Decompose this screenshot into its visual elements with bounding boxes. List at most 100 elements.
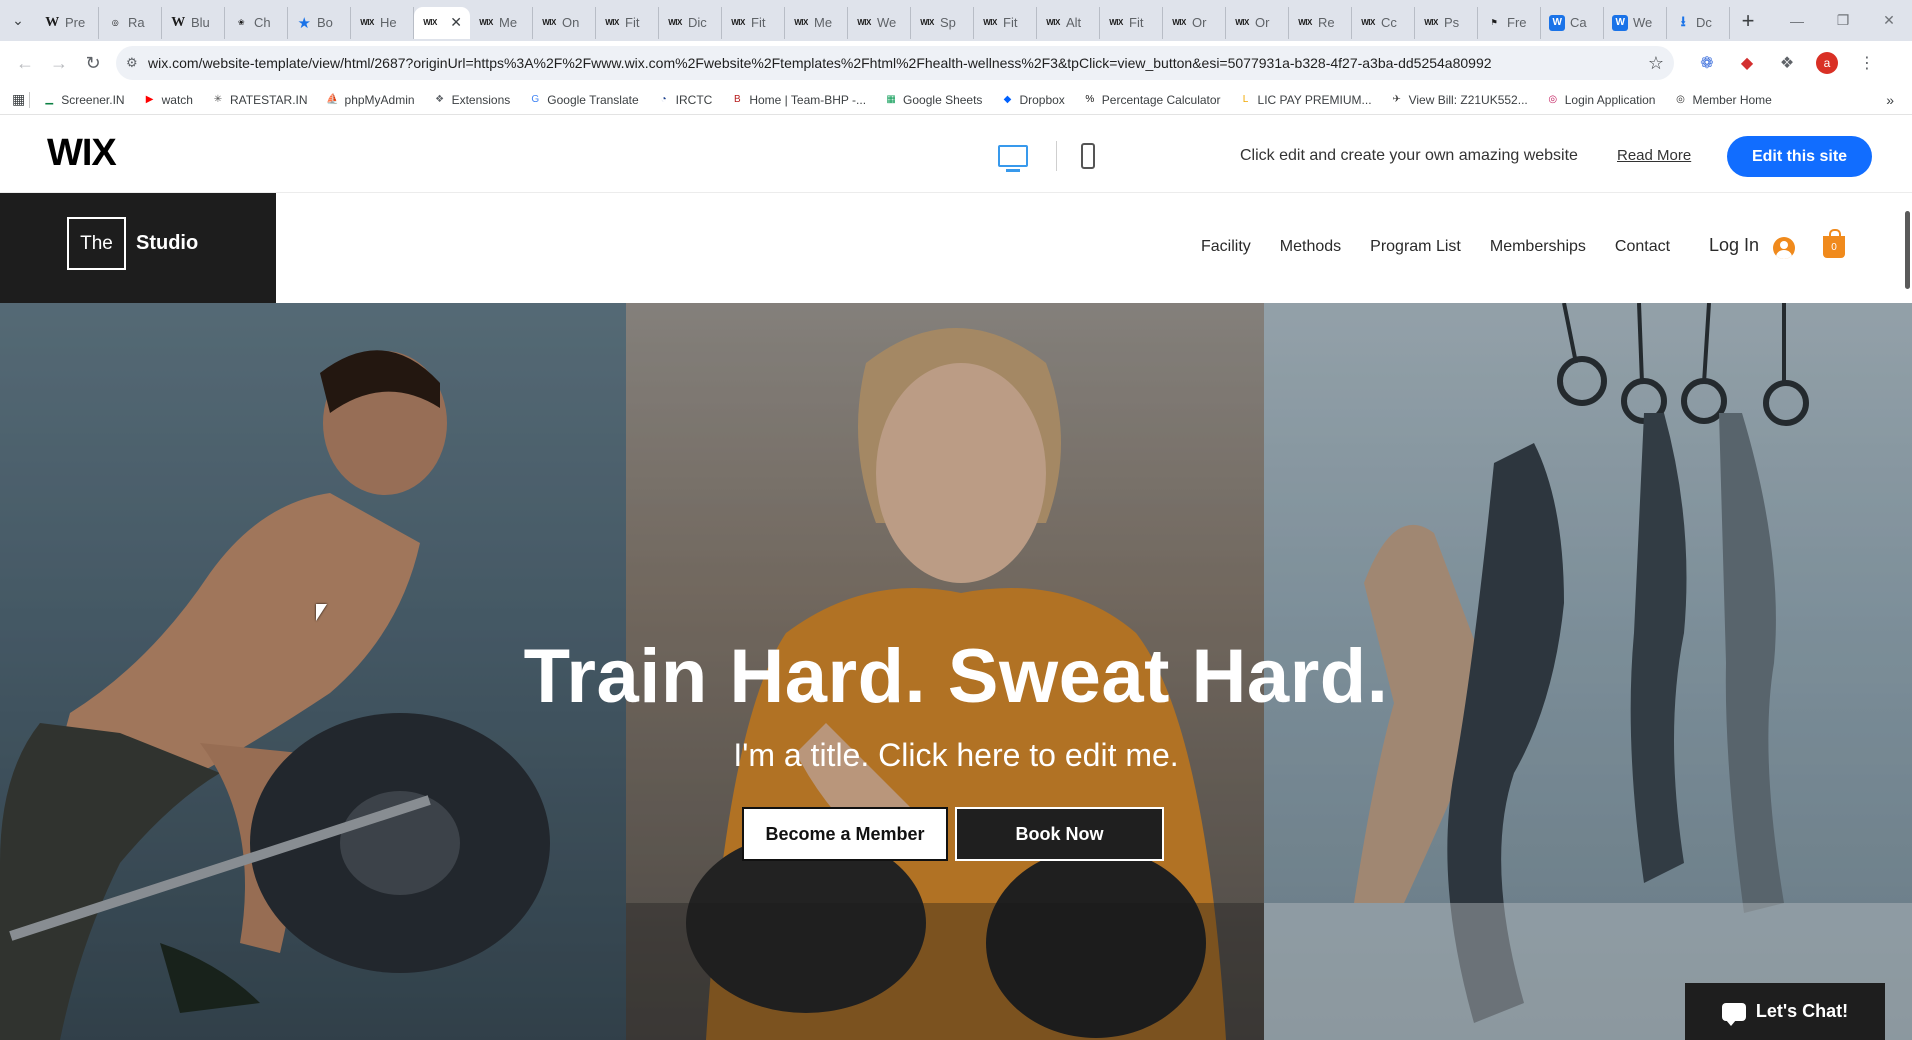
- bookmark-item[interactable]: ❖ Extensions: [433, 93, 510, 107]
- bookmark-item[interactable]: ◎ Member Home: [1673, 92, 1772, 107]
- browser-tab[interactable]: WIX On: [533, 6, 596, 39]
- bookmark-label: Member Home: [1692, 92, 1772, 107]
- nav-facility[interactable]: Facility: [1201, 238, 1251, 256]
- bookmark-item[interactable]: ✳ RATESTAR.IN: [211, 93, 308, 107]
- tab-search-chevron-icon[interactable]: ⌄: [0, 0, 36, 41]
- user-account-icon[interactable]: [1773, 237, 1795, 259]
- browser-tab[interactable]: WIX Fit: [722, 6, 785, 39]
- shield-icon[interactable]: ◆: [1736, 53, 1758, 73]
- extension-icons: ❁ ◆ ❖ a ⋮: [1696, 52, 1878, 74]
- tab-active[interactable]: WIX ✕: [414, 6, 470, 39]
- chart-icon: ▁: [45, 94, 54, 105]
- shopping-cart-icon[interactable]: 0: [1823, 229, 1845, 258]
- site-info-icon[interactable]: ⚙: [126, 55, 148, 71]
- nav-program-list[interactable]: Program List: [1370, 238, 1461, 256]
- restore-icon[interactable]: ❐: [1820, 0, 1866, 41]
- browser-tab[interactable]: ★ Bo: [288, 6, 351, 39]
- new-tab-plus-icon[interactable]: +: [1730, 8, 1766, 34]
- page-scrollbar[interactable]: [1905, 211, 1910, 289]
- bookmark-item[interactable]: ◎ Login Application: [1546, 93, 1655, 107]
- tab-title: We: [1633, 15, 1653, 30]
- bookmark-item[interactable]: ✈ View Bill: Z21UK552...: [1390, 93, 1527, 107]
- browser-tab[interactable]: ⚑ Fre: [1478, 6, 1541, 39]
- browser-tab[interactable]: WIX Or: [1226, 6, 1289, 39]
- browser-tab[interactable]: WIX Me: [470, 6, 533, 39]
- tab-title: He: [380, 15, 397, 30]
- login-link[interactable]: Log In: [1709, 235, 1759, 256]
- browser-tab[interactable]: WIX Fit: [974, 6, 1037, 39]
- extension-blue-icon[interactable]: ❁: [1696, 53, 1718, 73]
- url-text[interactable]: wix.com/website-template/view/html/2687?…: [148, 55, 1640, 71]
- bookmarks-divider: [29, 91, 31, 108]
- tab-title: Fit: [625, 15, 640, 30]
- bookmark-item[interactable]: % Percentage Calculator: [1083, 93, 1220, 107]
- tab-title: Dc: [1696, 15, 1712, 30]
- F-favicon-icon: ⚑: [1490, 18, 1498, 27]
- extensions-puzzle-icon[interactable]: ❖: [1776, 53, 1798, 73]
- edit-this-site-button[interactable]: Edit this site: [1727, 136, 1872, 177]
- desktop-view-icon[interactable]: [998, 145, 1028, 172]
- bookmark-star-icon[interactable]: ☆: [1648, 53, 1664, 74]
- more-bookmarks-chevron-icon[interactable]: »: [1886, 92, 1894, 108]
- close-tab-icon[interactable]: ✕: [450, 14, 462, 31]
- browser-tab[interactable]: ◎ Ra: [99, 6, 162, 39]
- wix-logo[interactable]: WIX: [47, 132, 117, 175]
- download-favicon-icon: ⭳: [1680, 12, 1686, 29]
- apps-grid-icon[interactable]: ▦: [12, 91, 25, 108]
- chat-label: Let's Chat!: [1755, 1001, 1849, 1021]
- browser-tab[interactable]: WIX Ps: [1415, 6, 1478, 39]
- browser-tab[interactable]: WIX Alt: [1037, 6, 1100, 39]
- browser-tab[interactable]: WIX Me: [785, 6, 848, 39]
- bookmark-item[interactable]: L LIC PAY PREMIUM...: [1239, 93, 1372, 107]
- bookmark-label: Home | Team-BHP -...: [749, 92, 867, 107]
- browser-tab[interactable]: WIX We: [848, 6, 911, 39]
- become-member-button[interactable]: Become a Member: [742, 807, 948, 861]
- bookmark-label: watch: [161, 92, 193, 107]
- bookmark-item[interactable]: ⛵ phpMyAdmin: [326, 93, 414, 107]
- menu-kebab-icon[interactable]: ⋮: [1856, 53, 1878, 73]
- browser-tab[interactable]: W Pre: [36, 6, 99, 39]
- blue-favicon-icon: W: [1612, 14, 1628, 31]
- nav-contact[interactable]: Contact: [1615, 238, 1670, 256]
- brand-logo-block[interactable]: The Studio: [0, 193, 276, 303]
- bookmark-item[interactable]: G Google Translate: [528, 93, 638, 107]
- reload-icon[interactable]: ↻: [76, 46, 110, 80]
- window-controls: — ❐ ✕: [1774, 0, 1912, 41]
- mobile-view-icon[interactable]: [1081, 143, 1095, 169]
- bookmark-item[interactable]: B Home | Team-BHP -...: [730, 93, 866, 107]
- read-more-link[interactable]: Read More: [1617, 147, 1691, 164]
- back-arrow-icon[interactable]: ←: [8, 46, 42, 80]
- browser-tab[interactable]: W We: [1604, 6, 1667, 39]
- minimize-icon[interactable]: —: [1774, 0, 1820, 41]
- nav-memberships[interactable]: Memberships: [1490, 238, 1586, 256]
- book-now-button[interactable]: Book Now: [955, 807, 1164, 861]
- browser-tab[interactable]: WIX Re: [1289, 6, 1352, 39]
- address-bar[interactable]: ⚙ wix.com/website-template/view/html/268…: [116, 46, 1674, 80]
- browser-tab[interactable]: W Ca: [1541, 6, 1604, 39]
- browser-tab[interactable]: WIX Fit: [596, 6, 659, 39]
- star-favicon-icon: ★: [297, 14, 311, 32]
- profile-avatar[interactable]: a: [1816, 52, 1838, 74]
- browser-tab[interactable]: WIX Or: [1163, 6, 1226, 39]
- nav-methods[interactable]: Methods: [1280, 238, 1341, 256]
- hero-subtitle[interactable]: I'm a title. Click here to edit me.: [0, 737, 1912, 774]
- close-window-icon[interactable]: ✕: [1866, 0, 1912, 41]
- browser-tab[interactable]: ⭳ Dc: [1667, 6, 1730, 39]
- bookmark-item[interactable]: ▁ Screener.IN: [42, 93, 124, 107]
- browser-tab[interactable]: WIX Fit: [1100, 6, 1163, 39]
- browser-tab[interactable]: WIX Cc: [1352, 6, 1415, 39]
- browser-tab[interactable]: ❀ Ch: [225, 6, 288, 39]
- globe-favicon-icon: ◎: [111, 18, 119, 27]
- bookmark-item[interactable]: ▦ Google Sheets: [884, 93, 982, 107]
- bookmark-item[interactable]: ▶ watch: [143, 93, 193, 107]
- chat-button[interactable]: Let's Chat!: [1685, 983, 1885, 1040]
- browser-tab[interactable]: WIX He: [351, 6, 414, 39]
- bookmark-item[interactable]: ◆ Dropbox: [1000, 93, 1065, 107]
- forward-arrow-icon[interactable]: →: [42, 46, 76, 80]
- browser-tab[interactable]: WIX Dic: [659, 6, 722, 39]
- tab-title: Ch: [254, 15, 271, 30]
- star-icon: ✳: [213, 94, 223, 105]
- browser-tab[interactable]: WIX Sp: [911, 6, 974, 39]
- bookmark-item[interactable]: ◔ IRCTC: [657, 93, 713, 107]
- browser-tab[interactable]: W Blu: [162, 6, 225, 39]
